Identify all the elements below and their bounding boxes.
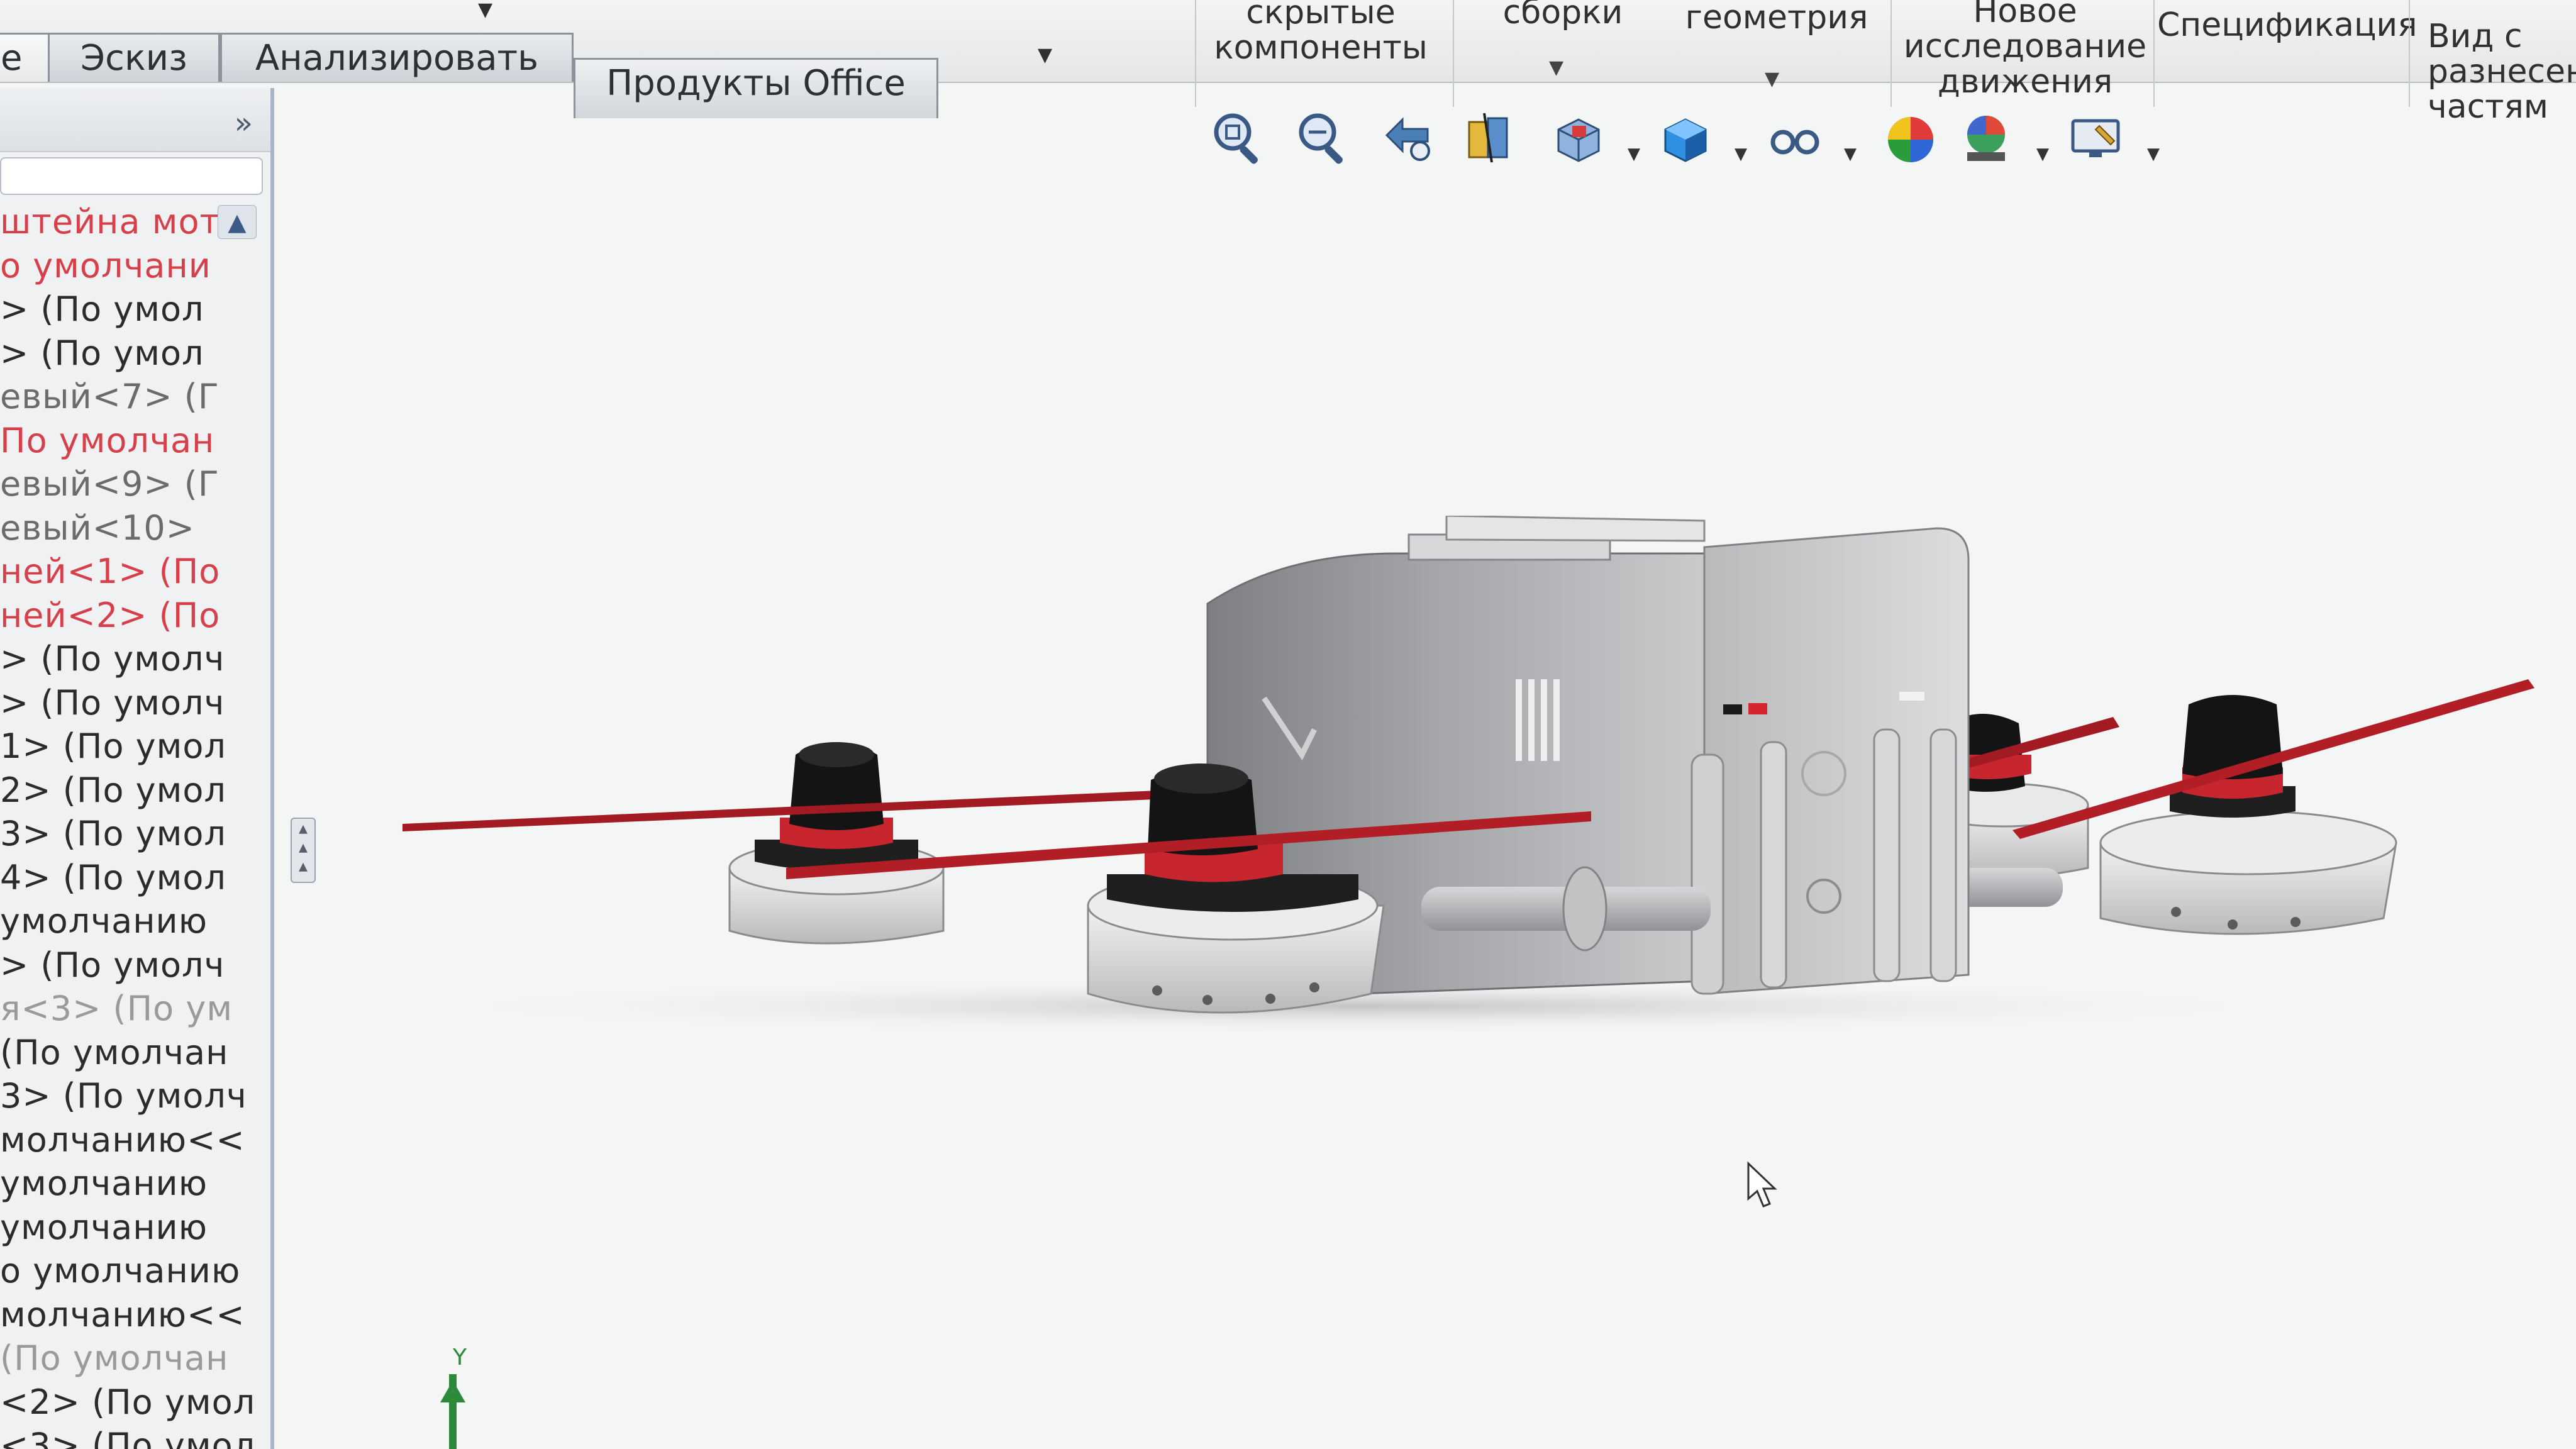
tree-item[interactable]: умолчанию	[0, 1162, 270, 1206]
previous-view-icon[interactable]	[1377, 107, 1438, 167]
feature-manager-panel: » штейна мот о умолчани > (По умол > (По ум…	[0, 88, 274, 1449]
ribbon-separator	[1453, 0, 1454, 107]
tree-item[interactable]: > (По умол	[0, 287, 270, 331]
tab-office-products[interactable]: Продукты Office	[574, 58, 938, 118]
chevron-down-icon[interactable]: ▼	[1765, 68, 1779, 90]
hidden-components-button[interactable]: скрытые компоненты	[1198, 0, 1443, 65]
tree-item[interactable]: ней<2> (По	[0, 594, 270, 638]
view-orientation-icon[interactable]	[1547, 107, 1607, 167]
chevron-down-icon[interactable]: ▼	[2147, 145, 2160, 164]
chevron-down-icon[interactable]: ▼	[1844, 145, 1857, 164]
motor-mount-front-right[interactable]	[2099, 695, 2397, 935]
tree-item[interactable]: > (По умолч	[0, 943, 270, 987]
tree-item[interactable]: По умолчан	[0, 419, 270, 463]
tree-item[interactable]: о умолчани	[0, 244, 270, 288]
tree-item[interactable]: евый<7> (Г	[0, 375, 270, 419]
hide-show-items-icon[interactable]	[1764, 107, 1824, 167]
view-settings-icon[interactable]	[2067, 107, 2127, 167]
display-style-icon[interactable]	[1654, 107, 1714, 167]
tree-item[interactable]: > (По умол	[0, 331, 270, 375]
tree-item[interactable]: <2> (По умол	[0, 1380, 270, 1424]
section-view-icon[interactable]	[1459, 107, 1519, 167]
tree-item[interactable]: евый<9> (Г	[0, 462, 270, 506]
status-led-dark	[1723, 704, 1742, 714]
tree-item[interactable]: <3> (По умол	[0, 1424, 270, 1449]
tree-item[interactable]: молчанию<<	[0, 1293, 270, 1337]
tree-item[interactable]: умолчанию	[0, 1206, 270, 1250]
chevron-down-icon[interactable]: ▼	[1549, 57, 1563, 79]
tree-item[interactable]: > (По умолч	[0, 637, 270, 681]
chevron-down-icon[interactable]: ▼	[2036, 145, 2049, 164]
reference-geometry-button[interactable]: геометрия	[1673, 0, 1880, 35]
tree-item[interactable]: 4> (По умол	[0, 856, 270, 900]
zoom-to-area-icon[interactable]	[1292, 107, 1353, 167]
tree-item[interactable]: евый<10>	[0, 506, 270, 550]
tree-item[interactable]: я<3> (По ум	[0, 987, 270, 1031]
scroll-up-icon[interactable]: ▲	[218, 205, 257, 239]
panel-header: »	[0, 88, 270, 152]
tree-item[interactable]: 3> (По умолч	[0, 1074, 270, 1118]
tree-item[interactable]: 2> (По умол	[0, 769, 270, 813]
ribbon-separator	[2409, 0, 2410, 107]
ribbon-separator	[1890, 0, 1892, 107]
zoom-to-fit-icon[interactable]	[1208, 107, 1268, 167]
chevron-down-icon[interactable]: ▼	[1735, 145, 1747, 164]
tree-item[interactable]: молчанию<<	[0, 1118, 270, 1162]
tab-partial[interactable]: е	[0, 33, 50, 82]
status-led-red	[1748, 703, 1767, 714]
bill-of-materials-button[interactable]: Спецификация	[2157, 8, 2418, 43]
top-menu-dropdown[interactable]: ▼	[478, 0, 492, 28]
tree-item[interactable]: о умолчанию	[0, 1249, 270, 1293]
tree-item[interactable]: умолчанию	[0, 899, 270, 943]
chevron-down-icon[interactable]: ▼	[1628, 145, 1640, 164]
feature-tree: штейна мот о умолчани > (По умол > (По умол…	[0, 200, 270, 1449]
coordinate-triad: Y	[440, 1346, 467, 1449]
mouse-cursor-icon	[1747, 1161, 1777, 1208]
panel-splitter-handle[interactable]: ▴ ▴ ▴	[291, 818, 316, 883]
tree-item[interactable]: (По умолчан	[0, 1031, 270, 1075]
apply-scene-icon[interactable]	[1956, 107, 2016, 167]
expand-panel-icon[interactable]: »	[235, 106, 253, 141]
tree-item[interactable]: (По умолчан	[0, 1336, 270, 1380]
motor-mount-back-left[interactable]	[728, 742, 945, 945]
drone-assembly-model[interactable]	[377, 516, 2560, 1031]
tree-item[interactable]: ней<1> (По	[0, 550, 270, 594]
tree-item[interactable]: > (По умолч	[0, 681, 270, 725]
new-motion-study-button[interactable]: Новое исследование движения	[1893, 0, 2157, 99]
tree-item[interactable]: 1> (По умол	[0, 724, 270, 769]
tab-evaluate[interactable]: Анализировать	[220, 33, 574, 82]
ribbon-separator	[2153, 0, 2155, 107]
tree-item[interactable]: 3> (По умол	[0, 812, 270, 856]
exploded-view-button[interactable]: Вид с разнесенн частям	[2415, 19, 2576, 125]
tree-filter-input[interactable]	[0, 157, 263, 195]
ribbon-separator	[1195, 0, 1196, 107]
assemblies-button[interactable]: сборки	[1459, 0, 1667, 30]
tab-sketch[interactable]: Эскиз	[48, 33, 220, 82]
edit-appearance-icon[interactable]	[1880, 107, 1941, 167]
triad-y-label: Y	[452, 1346, 467, 1370]
ribbon-dropdown-arrow[interactable]: ▼	[1038, 33, 1052, 73]
